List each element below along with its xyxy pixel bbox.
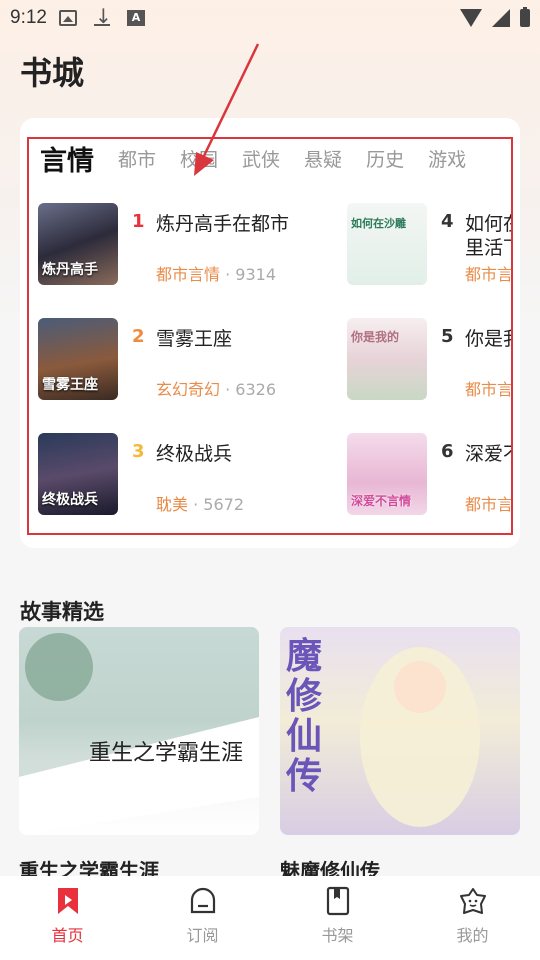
profile-icon [459,888,486,914]
bookmark-home-icon [57,888,78,914]
story-card-1[interactable]: 重生之学霸生涯 [19,627,259,835]
nav-bookshelf[interactable]: 书架 [288,886,388,946]
story-cover-title: 重生之学霸生涯 [88,741,243,766]
bookshelf-icon [326,886,349,916]
story-card-2[interactable]: 魔修仙传 [280,627,520,835]
story-cover-1 [19,627,259,835]
nav-label: 首页 [51,926,84,945]
story-cover-title: 魔修仙传 [286,636,323,797]
nav-label: 订阅 [186,926,219,945]
subscribe-icon [190,887,215,914]
nav-subscribe[interactable]: 订阅 [153,886,253,946]
section-title: 故事精选 [20,600,104,624]
nav-profile[interactable]: 我的 [423,886,523,946]
bottom-nav: 首页 订阅 书架 我的 [0,876,540,960]
nav-label: 我的 [456,926,489,945]
nav-label: 书架 [321,926,354,945]
nav-home[interactable]: 首页 [18,886,118,946]
